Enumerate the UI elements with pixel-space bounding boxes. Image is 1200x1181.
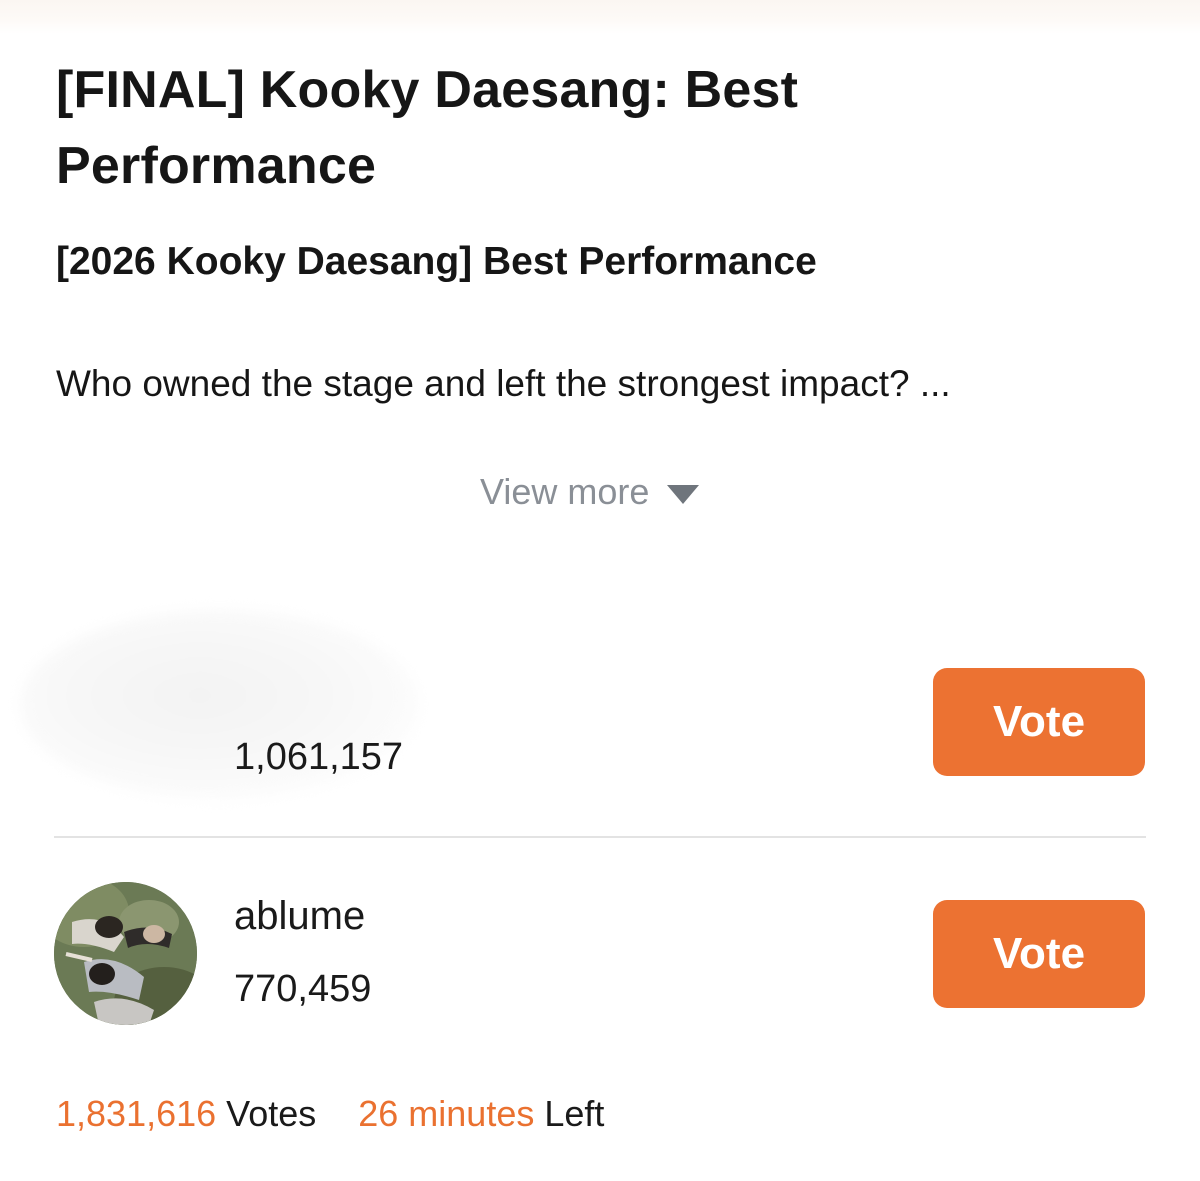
total-votes: 1,831,616 xyxy=(56,1093,217,1134)
left-label: Left xyxy=(544,1093,605,1134)
top-status-strip xyxy=(0,0,1200,34)
poll-page: [FINAL] Kooky Daesang: Best Performance … xyxy=(0,0,1200,1181)
votes-label: Votes xyxy=(226,1093,317,1134)
candidate-2-avatar xyxy=(54,882,197,1025)
candidate-divider xyxy=(54,836,1146,838)
view-more-label: View more xyxy=(480,471,650,512)
candidate-2-vote-bar: 770,459 xyxy=(216,954,507,1024)
view-more-button[interactable]: View more xyxy=(480,464,700,520)
candidate-1-vote-bar: 1,061,157 xyxy=(216,722,617,793)
candidate-1-vote-count: 1,061,157 xyxy=(234,736,404,778)
candidate-2-vote-count: 770,459 xyxy=(234,967,372,1010)
poll-description: Who owned the stage and left the stronge… xyxy=(56,363,951,404)
candidate-2-name: ablume xyxy=(234,894,366,938)
poll-subtitle: [2026 Kooky Daesang] Best Performance xyxy=(56,240,817,283)
group-photo-image xyxy=(54,882,197,1025)
poll-title: [FINAL] Kooky Daesang: Best Performance xyxy=(56,61,799,195)
triangle-down-icon xyxy=(667,484,700,504)
time-left: 26 minutes xyxy=(358,1093,535,1134)
poll-footer: 1,831,616 Votes 26 minutes Left xyxy=(56,1086,604,1142)
candidate-2-vote-button[interactable]: Vote xyxy=(933,900,1145,1008)
candidate-1-vote-button[interactable]: Vote xyxy=(933,668,1145,776)
